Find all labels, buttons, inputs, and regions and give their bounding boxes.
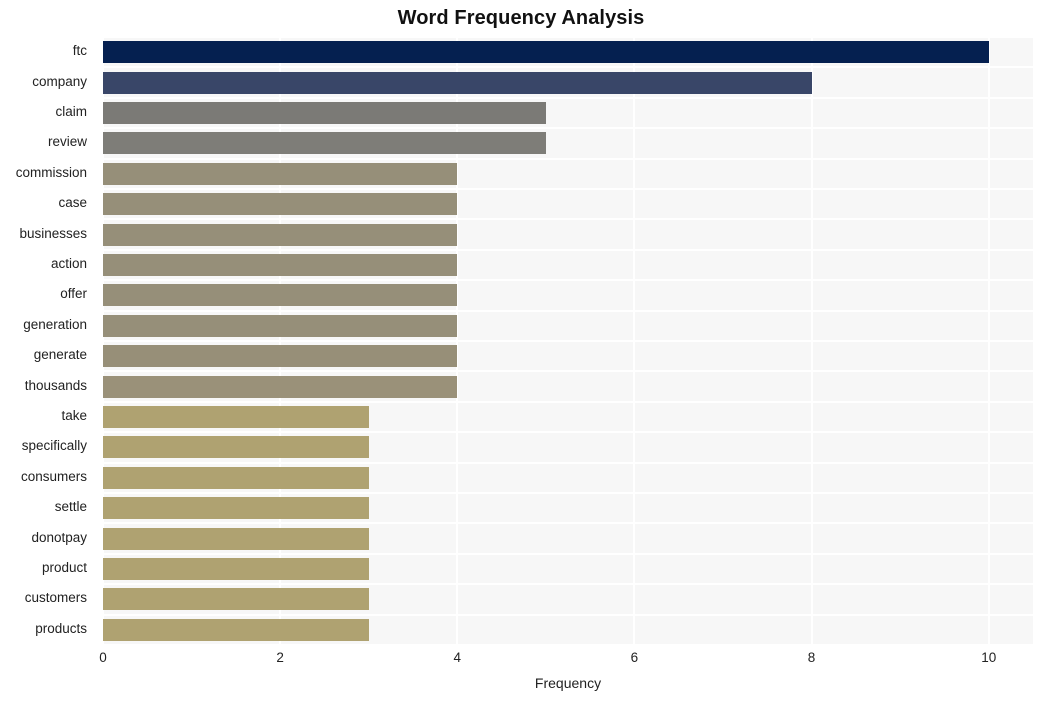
y-axis-tick-label: generation	[23, 316, 87, 332]
bar	[103, 193, 458, 216]
bar	[103, 466, 369, 489]
chart-title: Word Frequency Analysis	[397, 7, 645, 29]
bar	[103, 618, 369, 641]
x-axis-tick-label: 2	[276, 650, 284, 665]
bar	[103, 406, 369, 428]
x-axis-tick-label: 6	[630, 650, 639, 665]
plot-area	[102, 36, 1033, 646]
x-axis-tick-label: 10	[981, 650, 997, 665]
x-axis-title: Frequency	[534, 675, 602, 691]
bar	[103, 162, 458, 185]
y-axis-tick-label: donotpay	[31, 529, 87, 545]
x-axis-tick-label: 4	[453, 650, 462, 665]
y-axis-tick-label: consumers	[20, 468, 87, 484]
y-axis-tick-label: thousands	[24, 377, 87, 393]
bar	[103, 436, 369, 459]
y-axis-tick-label: businesses	[19, 225, 87, 241]
bar	[103, 41, 989, 64]
bar	[103, 588, 369, 611]
y-axis-tick-label: customers	[24, 590, 87, 606]
bar	[103, 132, 546, 155]
y-axis-tick-label: product	[41, 560, 87, 575]
y-axis-tick-label: specifically	[21, 438, 87, 454]
bars-container	[103, 37, 1033, 645]
y-axis-tick-label: company	[32, 73, 87, 89]
x-axis-tick-label: 0	[99, 650, 107, 665]
x-axis-tick-label: 8	[807, 650, 816, 665]
y-axis-tick-label: settle	[54, 499, 87, 515]
bar	[103, 102, 546, 124]
y-axis-tick-label: ftc	[72, 43, 87, 59]
y-axis-tick-label: case	[58, 195, 87, 211]
bar	[103, 314, 458, 337]
bar	[103, 527, 369, 550]
bar	[103, 497, 369, 520]
y-axis-tick-label: review	[47, 134, 87, 150]
y-axis-tick-label: products	[35, 620, 87, 636]
bar	[103, 345, 458, 368]
y-axis-tick-labels: ftc company claim review commission case busin…	[0, 37, 95, 645]
bar	[103, 558, 369, 580]
bar	[103, 71, 812, 94]
figure-canvas: Word Frequency Analysis ftc company claim r…	[0, 0, 1042, 701]
y-axis-tick-label: action	[50, 256, 87, 271]
y-axis-tick-label: offer	[60, 286, 87, 302]
bar	[103, 223, 458, 246]
bar	[103, 284, 458, 307]
bar	[103, 254, 458, 276]
y-axis-tick-label: commission	[15, 164, 87, 180]
x-axis-tick-labels: 0 2 4 6 8 10	[99, 650, 1033, 672]
y-axis-tick-label: generate	[33, 347, 87, 363]
bar	[103, 375, 458, 398]
y-axis-tick-label: take	[61, 408, 87, 423]
y-axis-tick-label: claim	[55, 104, 87, 119]
